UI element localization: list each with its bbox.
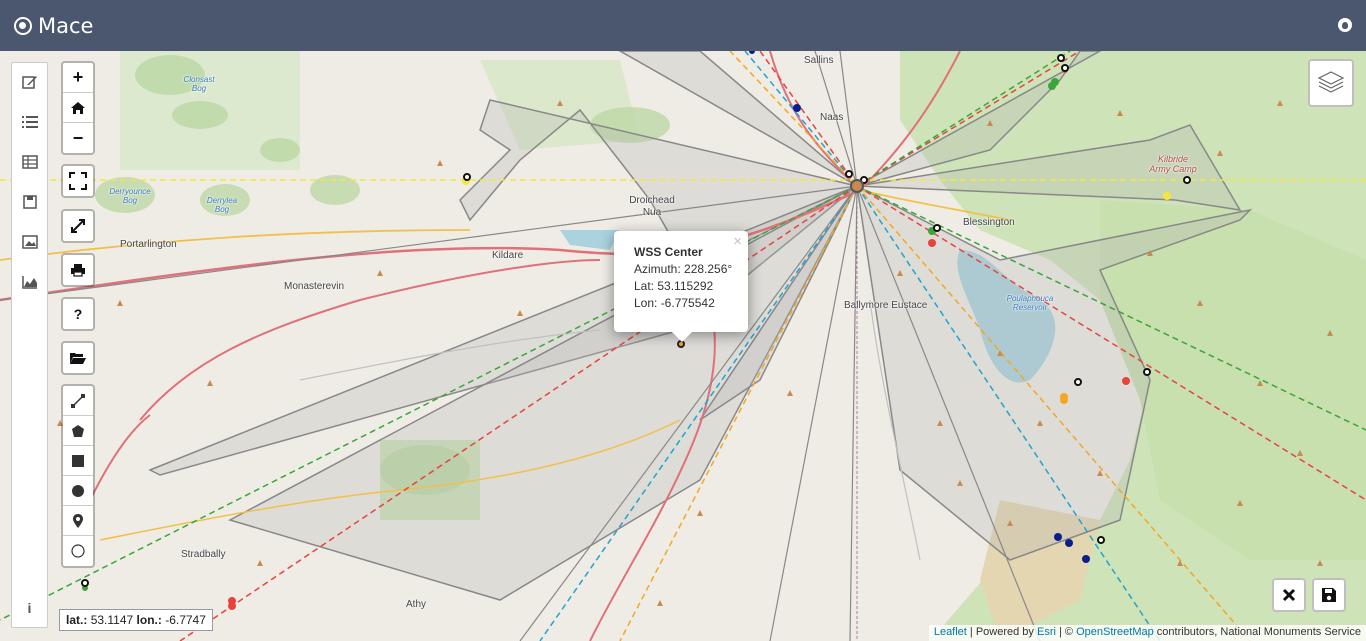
place-label: Poulaphouca Reservoir <box>1006 294 1054 312</box>
lat-value: 53.1147 <box>90 613 134 627</box>
place-label: Ballymore Eustace <box>844 300 928 311</box>
place-label: Kilbride Army Camp <box>1149 154 1197 174</box>
place-label: Derryounce Bog <box>109 187 151 205</box>
fullscreen-button[interactable] <box>63 166 93 196</box>
attribution-text: | © <box>1055 626 1077 638</box>
home-button[interactable] <box>63 93 93 123</box>
image-icon[interactable] <box>12 227 47 257</box>
leaflet-link[interactable]: Leaflet <box>934 626 967 638</box>
draw-toolbar <box>61 384 95 568</box>
help-control: ? <box>61 297 95 331</box>
place-label: Athy <box>406 599 427 610</box>
clear-button[interactable] <box>1272 578 1306 612</box>
save-button[interactable] <box>1312 578 1346 612</box>
place-label: Sallins <box>804 55 834 66</box>
popup-azimuth: Azimuth: 228.256° <box>634 262 733 276</box>
attribution: Leaflet | Powered by Esri | © OpenStreet… <box>928 625 1366 641</box>
place-label: Derrylea Bog <box>206 196 238 214</box>
info-icon[interactable]: i <box>12 593 47 623</box>
zoom-in-button[interactable]: + <box>63 63 93 93</box>
print-button[interactable] <box>63 255 93 285</box>
close-icon[interactable]: × <box>733 233 742 250</box>
osm-link[interactable]: OpenStreetMap <box>1076 626 1154 638</box>
lon-value: -6.7747 <box>165 613 206 627</box>
draw-rectangle-icon[interactable] <box>63 446 93 476</box>
app-title: Mace <box>38 13 94 38</box>
attribution-text: | Powered by <box>966 626 1037 638</box>
lat-label: lat.: <box>66 613 88 627</box>
place-label: Portarlington <box>120 239 177 250</box>
place-label: Monasterevin <box>284 281 345 292</box>
popup-title: WSS Center <box>634 245 703 259</box>
popup-lat: Lat: 53.115292 <box>634 279 714 293</box>
list-icon[interactable] <box>12 107 47 137</box>
table-icon[interactable] <box>12 147 47 177</box>
app-header: Mace <box>0 0 1366 51</box>
zoom-control: + − <box>61 61 95 155</box>
layers-button[interactable] <box>1308 59 1354 107</box>
save-icon[interactable] <box>12 187 47 217</box>
place-label: Kildare <box>492 250 524 261</box>
marker-popup: × WSS Center Azimuth: 228.256° Lat: 53.1… <box>614 231 748 342</box>
help-button[interactable]: ? <box>63 299 93 329</box>
place-label: Naas <box>820 112 844 123</box>
close-icon <box>1282 588 1296 602</box>
attribution-text: contributors, National Monuments Service <box>1153 626 1361 638</box>
draw-circlemarker-icon[interactable] <box>63 536 93 566</box>
esri-link[interactable]: Esri <box>1037 626 1056 638</box>
place-label: Droichead Nua <box>629 195 675 218</box>
fullscreen-control <box>61 164 95 198</box>
edit-icon[interactable] <box>12 67 47 97</box>
expand-button[interactable] <box>63 211 93 241</box>
chart-icon[interactable] <box>12 267 47 297</box>
place-label: Blessington <box>963 217 1015 228</box>
zoom-out-button[interactable]: − <box>63 123 93 153</box>
folder-open-icon[interactable] <box>63 343 93 373</box>
draw-circle-icon[interactable] <box>63 476 93 506</box>
lon-label: lon.: <box>136 613 162 627</box>
expand-control <box>61 209 95 243</box>
sidebar: i <box>11 62 48 628</box>
print-control <box>61 253 95 287</box>
draw-line-icon[interactable] <box>63 386 93 416</box>
popup-lon: Lon: -6.775542 <box>634 296 715 310</box>
open-control <box>61 341 95 375</box>
save-icon <box>1322 588 1336 602</box>
draw-polygon-icon[interactable] <box>63 416 93 446</box>
draw-marker-icon[interactable] <box>63 506 93 536</box>
place-label: Stradbally <box>181 549 226 560</box>
brand[interactable]: Mace <box>14 14 93 38</box>
place-label: Clonsast Bog <box>183 75 215 93</box>
layers-icon <box>1317 71 1345 93</box>
mouse-coordinates: lat.: 53.1147 lon.: -6.7747 <box>59 609 213 631</box>
github-icon[interactable] <box>1338 18 1352 32</box>
map[interactable]: Sallins Naas Droichead Nua Kildare Porta… <box>0 51 1366 641</box>
popup-tip <box>672 332 692 342</box>
target-icon <box>14 16 32 35</box>
